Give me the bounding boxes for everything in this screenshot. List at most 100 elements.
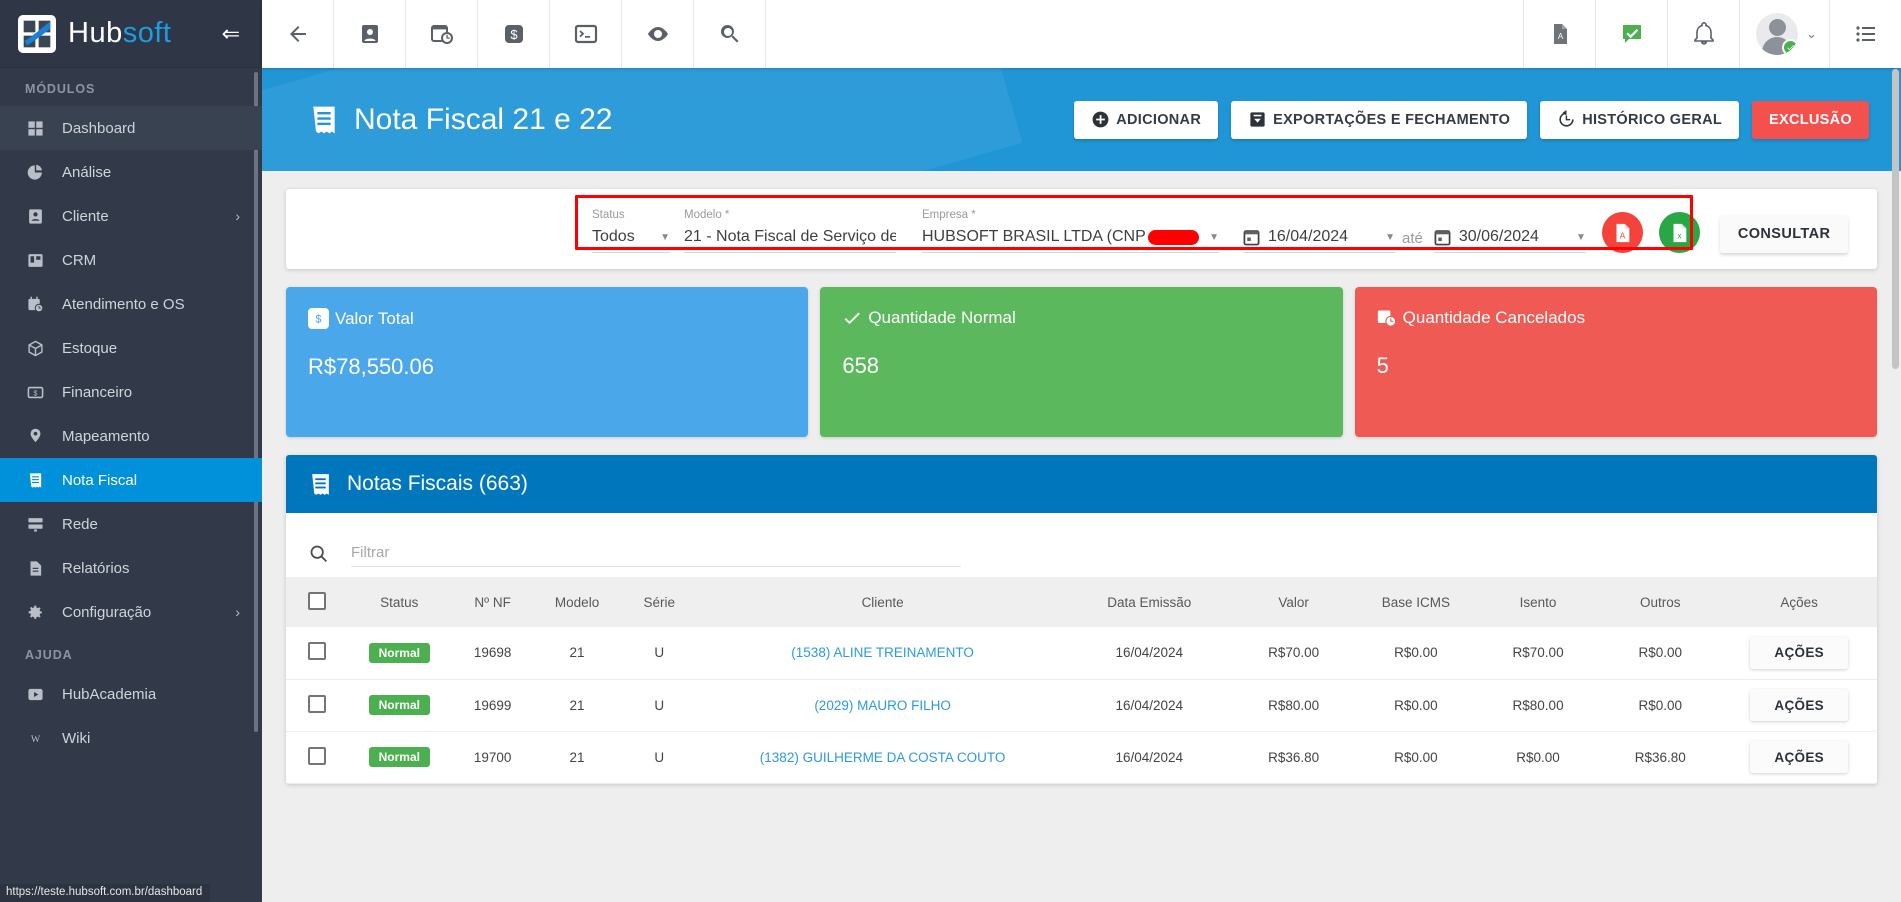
column-header-modelo[interactable]: Modelo xyxy=(535,577,619,627)
empresa-filter[interactable]: Empresa * HUBSOFT BRASIL LTDA (CNP ▼ xyxy=(922,209,1219,253)
brand-word-2: soft xyxy=(122,17,172,49)
row-checkbox[interactable] xyxy=(308,694,327,713)
play-video-icon xyxy=(25,684,45,704)
grid-icon xyxy=(25,118,45,138)
select-all-checkbox[interactable] xyxy=(308,591,327,610)
date-to-filter[interactable]: 30/06/2024 ▼ xyxy=(1433,209,1586,253)
pdf-icon[interactable]: A xyxy=(1523,0,1595,68)
cell-outros: R$0.00 xyxy=(1599,627,1722,680)
sidebar-item-hubacademia[interactable]: HubAcademia xyxy=(0,672,262,716)
sidebar-item-nota-fiscal[interactable]: Nota Fiscal xyxy=(0,458,262,502)
search-icon[interactable] xyxy=(308,543,329,564)
cell-valor: R$80.00 xyxy=(1232,679,1355,732)
adicionar-label: ADICIONAR xyxy=(1116,111,1202,128)
cell-isento: R$80.00 xyxy=(1476,679,1600,732)
column-header-serie[interactable]: Série xyxy=(619,577,699,627)
row-checkbox[interactable] xyxy=(308,642,327,661)
hubsoft-logo-icon xyxy=(18,14,56,53)
cell-serie: U xyxy=(619,627,700,680)
svg-text:$: $ xyxy=(510,27,518,42)
sidebar-nav: MÓDULOS Dashboard Análise Cliente › CRM xyxy=(0,68,262,902)
eye-icon[interactable] xyxy=(622,0,694,68)
select-all-header xyxy=(286,577,348,627)
list-menu-icon[interactable] xyxy=(1829,0,1901,68)
export-excel-button[interactable]: x xyxy=(1658,212,1700,253)
sidebar-item-label: Relatórios xyxy=(62,559,130,577)
cell-data-emissao: 16/04/2024 xyxy=(1065,731,1233,784)
dollar-icon[interactable]: $ xyxy=(478,0,550,68)
stat-value: R$78,550.06 xyxy=(308,354,434,379)
sidebar-item-label: Cliente xyxy=(62,207,109,225)
cell-base-icms: R$0.00 xyxy=(1354,627,1477,680)
status-filter[interactable]: Status Todos ▼ xyxy=(592,209,670,253)
sidebar-item-wiki[interactable]: W Wiki xyxy=(0,716,262,760)
user-menu[interactable]: ⌄ xyxy=(1739,0,1829,68)
back-arrow-icon[interactable] xyxy=(262,0,334,68)
sidebar-item-estoque[interactable]: Estoque xyxy=(0,326,262,370)
sidebar-item-analise[interactable]: Análise xyxy=(0,150,262,194)
status-filter-label: Status xyxy=(592,209,625,221)
cell-modelo: 21 xyxy=(534,627,620,680)
exportacoes-fechamento-button[interactable]: EXPORTAÇÕES E FECHAMENTO xyxy=(1231,100,1528,139)
sidebar-item-mapeamento[interactable]: Mapeamento xyxy=(0,414,262,458)
sidebar-item-label: Dashboard xyxy=(62,119,136,137)
column-header-valor[interactable]: Valor xyxy=(1233,577,1355,627)
check-message-icon[interactable] xyxy=(1595,0,1667,68)
row-acoes-button[interactable]: AÇÕES xyxy=(1750,689,1848,721)
cliente-link[interactable]: (1382) GUILHERME DA COSTA COUTO xyxy=(760,750,1006,765)
redaction-bar xyxy=(1147,229,1200,245)
svg-text:A: A xyxy=(1620,231,1626,240)
contact-icon[interactable] xyxy=(334,0,406,68)
sidebar-collapse-icon[interactable]: ⇐ xyxy=(222,22,244,45)
brand-word-1: Hub xyxy=(68,17,123,49)
status-badge: Normal xyxy=(368,642,430,663)
export-pdf-button[interactable]: A xyxy=(1601,212,1643,253)
table-card-title: Notas Fiscais (663) xyxy=(347,472,528,495)
sidebar-item-cliente[interactable]: Cliente › xyxy=(0,194,262,238)
cell-outros: R$36.80 xyxy=(1599,731,1722,784)
date-from-filter[interactable]: 16/04/2024 ▼ xyxy=(1243,209,1395,253)
search-icon[interactable] xyxy=(694,0,766,68)
sidebar-item-configuracao[interactable]: Configuração › xyxy=(0,590,262,634)
sidebar-item-crm[interactable]: CRM xyxy=(0,238,262,282)
exclusao-button[interactable]: EXCLUSÃO xyxy=(1752,100,1869,139)
sidebar-item-label: Atendimento e OS xyxy=(62,295,185,313)
row-checkbox[interactable] xyxy=(308,746,327,765)
calendar-icon[interactable] xyxy=(1243,229,1260,246)
stat-value: 5 xyxy=(1376,353,1389,378)
modelo-filter[interactable]: Modelo * 21 - Nota Fiscal de Serviço de … xyxy=(684,209,896,253)
column-header-data-emissao[interactable]: Data Emissão xyxy=(1066,577,1233,627)
cliente-link[interactable]: (2029) MAURO FILHO xyxy=(814,698,951,713)
adicionar-button[interactable]: ADICIONAR xyxy=(1074,100,1219,139)
cell-nf: 19698 xyxy=(450,627,535,680)
calendar-icon[interactable] xyxy=(1434,229,1451,246)
chevron-down-icon: ▼ xyxy=(1575,231,1586,243)
cell-nf: 19700 xyxy=(450,731,535,784)
row-acoes-button[interactable]: AÇÕES xyxy=(1750,741,1848,773)
row-acoes-button[interactable]: AÇÕES xyxy=(1750,636,1848,669)
column-header-base-icms[interactable]: Base ICMS xyxy=(1355,577,1477,627)
summary-cards: $ Valor Total R$78,550.06 Quantidade Nor… xyxy=(286,287,1877,437)
sidebar-item-rede[interactable]: Rede xyxy=(0,502,262,546)
page-scrollbar[interactable] xyxy=(1892,69,1899,369)
table-filter-input[interactable] xyxy=(351,539,961,567)
column-header-outros[interactable]: Outros xyxy=(1599,577,1721,627)
column-header-status[interactable]: Status xyxy=(348,577,450,627)
date-range-separator: até xyxy=(1402,230,1423,247)
sidebar-section-ajuda: AJUDA xyxy=(25,648,73,662)
sidebar-item-financeiro[interactable]: $ Financeiro xyxy=(0,370,262,414)
historico-geral-button[interactable]: HISTÓRICO GERAL xyxy=(1540,100,1740,139)
consultar-button[interactable]: CONSULTAR xyxy=(1719,215,1849,253)
bell-icon[interactable] xyxy=(1667,0,1739,68)
terminal-icon[interactable] xyxy=(550,0,622,68)
column-header-cliente[interactable]: Cliente xyxy=(699,577,1066,627)
sidebar-item-relatorios[interactable]: Relatórios xyxy=(0,546,262,590)
sidebar-item-label: Wiki xyxy=(62,729,91,747)
column-header-isento[interactable]: Isento xyxy=(1477,577,1599,627)
cliente-link[interactable]: (1538) ALINE TREINAMENTO xyxy=(791,645,974,660)
calendar-clock-icon[interactable] xyxy=(406,0,478,68)
column-header-nf[interactable]: Nº NF xyxy=(450,577,534,627)
sidebar-item-dashboard[interactable]: Dashboard xyxy=(0,106,262,150)
sidebar-item-atendimento-e-os[interactable]: Atendimento e OS xyxy=(0,282,262,326)
brand-name: Hubsoft xyxy=(68,17,171,50)
